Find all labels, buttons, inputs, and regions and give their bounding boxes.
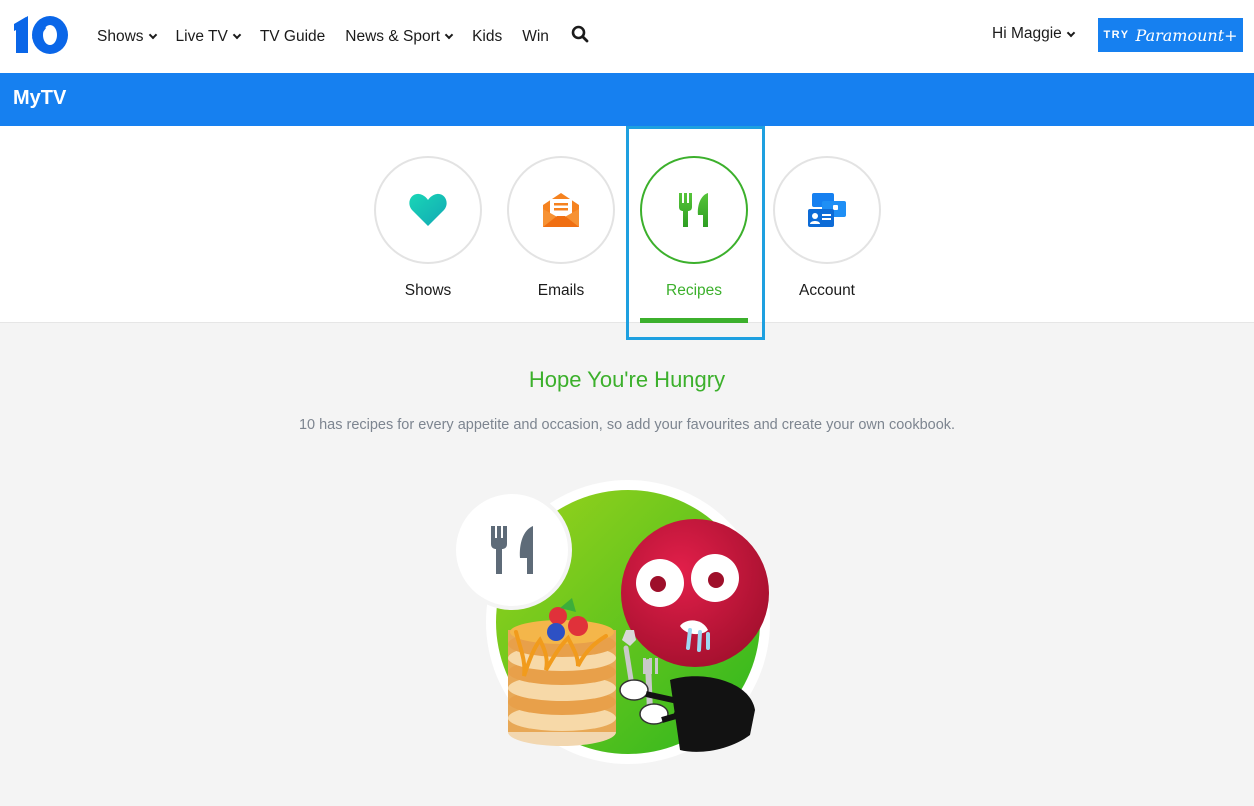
mytv-banner: MyTV	[0, 73, 1254, 126]
heart-icon	[409, 193, 447, 226]
envelope-icon	[543, 193, 579, 227]
cutlery-icon	[679, 193, 708, 227]
tab-account-label: Account	[798, 282, 855, 299]
tab-emails[interactable]: Emails	[507, 156, 615, 300]
tab-recipes[interactable]: Recipes	[640, 156, 748, 300]
search-icon[interactable]	[571, 25, 589, 43]
section-description: 10 has recipes for every appetite and oc…	[298, 417, 956, 433]
chevron-down-icon	[148, 30, 157, 40]
nav-live-tv-label: Live TV	[175, 27, 228, 45]
tab-account-circle	[773, 156, 881, 264]
nav-tv-guide[interactable]: TV Guide	[260, 28, 325, 46]
user-greeting: Hi Maggie	[992, 25, 1062, 42]
cta-try-label: TRY	[1103, 29, 1130, 41]
page-title: MyTV	[13, 87, 67, 109]
nav-win-label: Win	[522, 27, 549, 45]
active-tab-indicator	[640, 318, 748, 323]
nav-tv-guide-label: TV Guide	[259, 27, 326, 45]
section-heading: Hope You're Hungry	[528, 367, 726, 392]
recipes-illustration	[452, 480, 770, 764]
nav-win[interactable]: Win	[522, 28, 549, 46]
mytv-tabs: Shows Emails Recipes Account	[0, 126, 1254, 323]
tab-emails-label: Emails	[537, 282, 585, 299]
nav-live-tv[interactable]: Live TV	[175, 27, 242, 46]
network-ten-logo[interactable]	[12, 14, 70, 56]
chevron-down-icon	[232, 30, 242, 40]
nav-kids[interactable]: Kids	[472, 28, 502, 46]
nav-news-sport[interactable]: News & Sport	[345, 27, 454, 46]
main-nav: Shows Live TV TV Guide News & Sport Kids…	[97, 0, 569, 73]
paramount-logo-text: Paramount+	[1135, 25, 1238, 45]
account-cards-icon	[808, 193, 846, 227]
nav-kids-label: Kids	[472, 27, 503, 45]
chevron-down-icon	[444, 30, 454, 40]
tab-shows-circle	[374, 156, 482, 264]
tab-shows-label: Shows	[404, 282, 452, 299]
nav-news-sport-label: News & Sport	[345, 27, 441, 45]
top-navigation: Shows Live TV TV Guide News & Sport Kids…	[0, 0, 1254, 73]
nav-shows-label: Shows	[97, 27, 144, 45]
tab-recipes-label: Recipes	[666, 282, 722, 299]
nav-shows[interactable]: Shows	[97, 27, 157, 46]
tab-emails-circle	[507, 156, 615, 264]
try-paramount-button[interactable]: TRY Paramount+	[1098, 18, 1243, 52]
tab-recipes-circle	[640, 156, 748, 264]
user-menu[interactable]: Hi Maggie	[992, 25, 1076, 43]
chevron-down-icon	[1066, 28, 1076, 37]
tab-account[interactable]: Account	[773, 156, 881, 300]
hungry-character	[619, 519, 769, 752]
tab-shows[interactable]: Shows	[374, 156, 482, 300]
